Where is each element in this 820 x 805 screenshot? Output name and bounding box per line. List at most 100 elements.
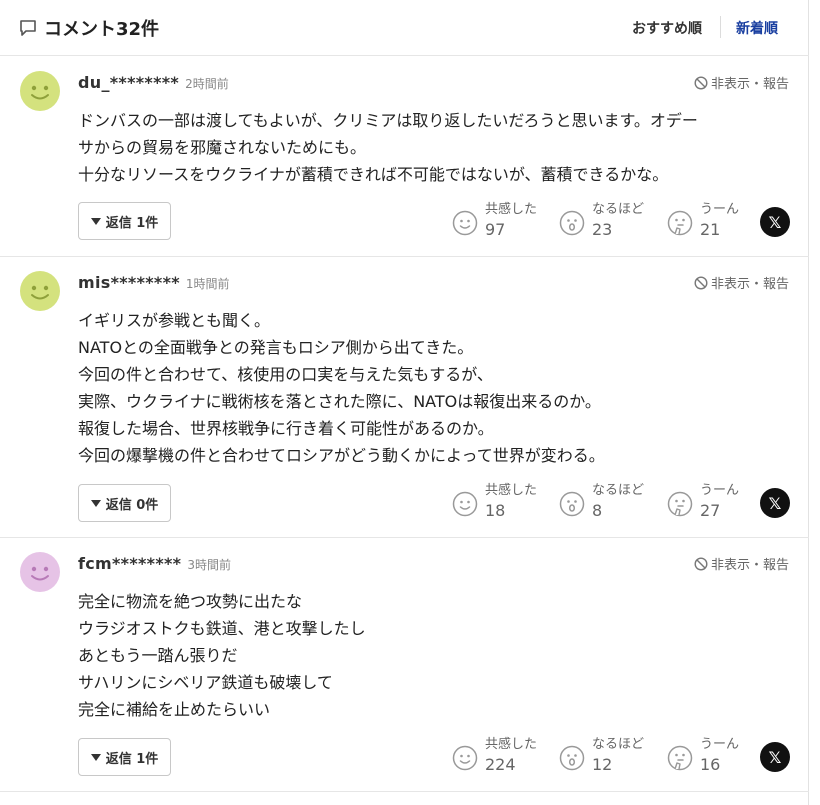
hide-report-link[interactable]: 非表示・報告 (694, 73, 789, 92)
sort-new-button[interactable]: 新着順 (736, 18, 778, 38)
speech-bubble-icon (18, 18, 38, 38)
comment-line: 今回の爆撃機の件と合わせてロシアがどう動くかによって世界が変わる。 (78, 446, 605, 465)
comment-line: 完全に物流を絶つ攻勢に出たな (78, 592, 303, 611)
reaction-count: 12 (592, 755, 613, 774)
triangle-down-icon (90, 217, 101, 225)
comment-line: 十分なリソースをウクライナが蓄積できれば不可能ではないが、蓄積できるかな。 (78, 165, 669, 184)
comment-line: あともう一踏ん張りだ (78, 646, 238, 665)
x-logo-icon: 𝕏 (768, 493, 782, 513)
username-text[interactable]: fcm******** (78, 554, 181, 573)
ban-icon (694, 75, 708, 90)
reaction-count: 23 (592, 220, 613, 239)
comment-line: 今回の件と合わせて、核使用の口実を与えた気もするが、 (78, 365, 493, 384)
comment-line: イギリスが参戦とも聞く。 (78, 311, 271, 330)
reaction-label: うーん (700, 737, 740, 752)
comment-line: サハリンにシベリア鉄道も破壊して (78, 673, 333, 692)
reaction-label: 共感した (485, 737, 538, 752)
reply-button[interactable]: 返信 0件 (78, 484, 171, 522)
comment-username[interactable]: mis******** 1時間前 (78, 273, 230, 292)
reaction-count: 27 (700, 501, 721, 520)
comment-line: ドンバスの一部は渡してもよいが、クリミアは取り返したいだろうと思います。オデー (78, 111, 698, 130)
reaction-hmm[interactable]: うーん 21 (667, 202, 739, 240)
reaction-count: 97 (485, 220, 506, 239)
reaction-empathy[interactable]: 共感した 224 (452, 737, 537, 775)
hide-report-label: 非表示・報告 (710, 558, 789, 573)
reaction-empathy[interactable]: 共感した 97 (452, 202, 537, 240)
triangle-down-icon (90, 499, 101, 507)
comments-panel: コメント32件 おすすめ順 新着順 du_******** 2時間前 非表示・報告… (0, 0, 809, 805)
reaction-count: 8 (592, 501, 603, 520)
avatar[interactable] (20, 271, 60, 311)
comment-line: 完全に補給を止めたらいい (78, 700, 271, 719)
smile-face-icon (452, 491, 478, 517)
reaction-label: なるほど (592, 737, 645, 752)
ban-icon (694, 556, 708, 571)
reply-button[interactable]: 返信 1件 (78, 738, 171, 776)
reply-label: 返信 1件 (105, 215, 159, 231)
hide-report-link[interactable]: 非表示・報告 (694, 554, 789, 573)
reaction-label: 共感した (485, 202, 538, 217)
reaction-hmm[interactable]: うーん 16 (667, 737, 739, 775)
comment-body: ドンバスの一部は渡してもよいが、クリミアは取り返したいだろうと思います。オデー … (78, 107, 790, 188)
comments-title-wrap: コメント32件 (18, 15, 159, 41)
thinking-face-icon (667, 491, 693, 517)
reaction-insight[interactable]: なるほど 23 (559, 202, 644, 240)
reaction-label: うーん (700, 202, 740, 217)
comment-line: NATOとの全面戦争との発言もロシア側から出てきた。 (78, 338, 474, 357)
comment-username[interactable]: du_******** 2時間前 (78, 73, 229, 92)
hide-report-link[interactable]: 非表示・報告 (694, 273, 789, 292)
comment-item: fcm******** 3時間前 非表示・報告 完全に物流を絶つ攻勢に出たな ウラ… (0, 538, 809, 792)
reaction-label: なるほど (592, 483, 645, 498)
comment-item: mis******** 1時間前 非表示・報告 イギリスが参戦とも聞く。 NATO… (0, 257, 809, 538)
reaction-label: なるほど (592, 202, 645, 217)
comments-header: コメント32件 おすすめ順 新着順 (0, 0, 809, 56)
smile-face-icon (452, 210, 478, 236)
reaction-label: うーん (700, 483, 740, 498)
hide-report-label: 非表示・報告 (710, 77, 789, 92)
reaction-count: 224 (485, 755, 516, 774)
share-x-button[interactable]: 𝕏 (760, 488, 790, 518)
thinking-face-icon (667, 745, 693, 771)
thinking-face-icon (667, 210, 693, 236)
x-logo-icon: 𝕏 (768, 212, 782, 232)
comment-timestamp: 1時間前 (185, 277, 230, 291)
reply-label: 返信 0件 (105, 497, 159, 513)
reaction-count: 21 (700, 220, 721, 239)
comment-item: du_******** 2時間前 非表示・報告 ドンバスの一部は渡してもよいが、ク… (0, 57, 809, 257)
share-x-button[interactable]: 𝕏 (760, 207, 790, 237)
username-text[interactable]: mis******** (78, 273, 180, 292)
reply-label: 返信 1件 (105, 751, 159, 767)
comment-body: イギリスが参戦とも聞く。 NATOとの全面戦争との発言もロシア側から出てきた。 … (78, 307, 790, 469)
avatar[interactable] (20, 552, 60, 592)
comment-body: 完全に物流を絶つ攻勢に出たな ウラジオストクも鉄道、港と攻撃したし あともう一踏… (78, 588, 790, 723)
comment-line: 実際、ウクライナに戦術核を落とされた際に、NATOは報復出来るのか。 (78, 392, 601, 411)
comment-username[interactable]: fcm******** 3時間前 (78, 554, 231, 573)
reaction-count: 16 (700, 755, 721, 774)
hide-report-label: 非表示・報告 (710, 277, 789, 292)
reaction-insight[interactable]: なるほど 12 (559, 737, 644, 775)
reaction-count: 18 (485, 501, 506, 520)
comment-line: ウラジオストクも鉄道、港と攻撃したし (78, 619, 366, 638)
comment-line: サからの貿易を邪魔されないためにも。 (78, 138, 367, 157)
reaction-empathy[interactable]: 共感した 18 (452, 483, 537, 521)
share-x-button[interactable]: 𝕏 (760, 742, 790, 772)
ban-icon (694, 275, 708, 290)
reaction-hmm[interactable]: うーん 27 (667, 483, 739, 521)
username-text[interactable]: du_******** (78, 73, 179, 92)
x-logo-icon: 𝕏 (768, 747, 782, 767)
surprised-face-icon (559, 745, 585, 771)
sort-divider (720, 16, 721, 38)
smile-face-icon (452, 745, 478, 771)
comment-timestamp: 2時間前 (185, 77, 229, 91)
avatar[interactable] (20, 71, 60, 111)
comment-line: 報復した場合、世界核戦争に行き着く可能性があるのか。 (78, 419, 494, 438)
comment-timestamp: 3時間前 (187, 558, 231, 572)
comments-title: コメント32件 (44, 19, 160, 40)
sort-recommended-button[interactable]: おすすめ順 (632, 18, 702, 38)
reaction-label: 共感した (485, 483, 538, 498)
reply-button[interactable]: 返信 1件 (78, 202, 171, 240)
reaction-insight[interactable]: なるほど 8 (559, 483, 644, 521)
surprised-face-icon (559, 491, 585, 517)
surprised-face-icon (559, 210, 585, 236)
triangle-down-icon (90, 753, 101, 761)
